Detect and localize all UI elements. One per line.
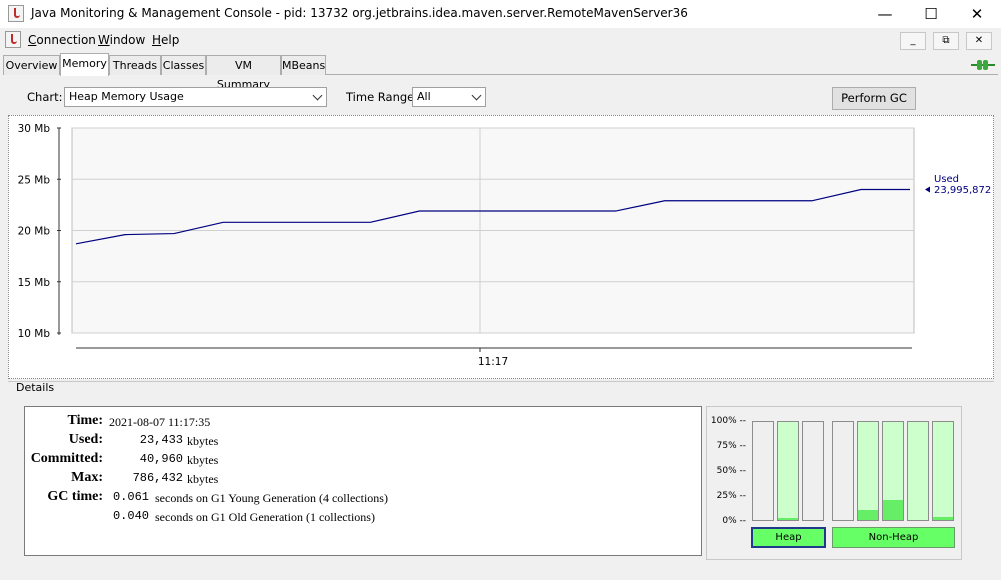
maximize-button[interactable]: ☐ <box>908 0 954 28</box>
frame-minimize-button[interactable]: _ <box>900 32 926 50</box>
nonheap-pool-bar[interactable] <box>832 421 854 521</box>
y-tick-label: 20 Mb <box>18 226 51 238</box>
nonheap-pool-bar[interactable] <box>882 421 904 521</box>
y-tick-label: 30 Mb <box>18 123 51 135</box>
legend-series-name: Used <box>934 174 959 185</box>
nonheap-pool-bar[interactable] <box>932 421 954 521</box>
details-title: Details <box>16 381 55 394</box>
menu-connection[interactable]: Connection <box>28 33 96 47</box>
heap-pool-bar[interactable] <box>777 421 799 521</box>
tab-memory[interactable]: Memory <box>60 53 109 76</box>
chart-select[interactable]: Heap Memory Usage <box>64 87 327 107</box>
nonheap-pool-button[interactable]: Non-Heap <box>832 527 955 548</box>
perform-gc-button[interactable]: Perform GC <box>832 87 916 110</box>
chart-select-value: Heap Memory Usage <box>69 90 184 103</box>
legend-marker <box>925 186 930 193</box>
tab-overview[interactable]: Overview <box>3 55 60 75</box>
y-tick-label: 10 Mb <box>18 328 51 340</box>
legend-series-value: 23,995,872 <box>934 185 991 196</box>
chart-label: Chart: <box>27 90 63 104</box>
menu-help[interactable]: Help <box>152 33 179 47</box>
window-title: Java Monitoring & Management Console - p… <box>31 6 688 20</box>
frame-restore-button[interactable]: ⧉ <box>933 32 959 50</box>
y-tick-label: 25 Mb <box>18 174 51 186</box>
chevron-down-icon <box>471 90 482 101</box>
nonheap-pool-bar[interactable] <box>907 421 929 521</box>
time-range-value: All <box>417 90 431 103</box>
heap-pool-bar[interactable] <box>802 421 824 521</box>
percent-tick-50: 50% -- <box>716 466 746 476</box>
time-range-select[interactable]: All <box>412 87 486 107</box>
nonheap-pool-bar[interactable] <box>857 421 879 521</box>
time-range-label: Time Range: <box>346 90 419 104</box>
percent-tick-25: 25% -- <box>716 491 746 501</box>
connection-plug-icon <box>971 60 995 70</box>
tab-threads[interactable]: Threads <box>109 55 161 75</box>
minimize-button[interactable]: — <box>862 0 908 28</box>
percent-tick-0: 0% -- <box>722 516 746 526</box>
x-tick-label: 11:17 <box>478 356 508 368</box>
heap-pool-bar[interactable] <box>752 421 774 521</box>
close-button[interactable]: ✕ <box>954 0 1000 28</box>
internal-frame-java-icon[interactable] <box>5 31 21 48</box>
percent-tick-100: 100% -- <box>710 416 746 426</box>
chevron-down-icon <box>312 90 323 101</box>
details-panel: Time: 2021-08-07 11:17:35 Used: 23,433 k… <box>24 406 702 556</box>
java-app-icon <box>8 5 24 22</box>
menu-window[interactable]: Window <box>98 33 145 47</box>
heap-pool-button[interactable]: Heap <box>751 527 826 548</box>
percent-tick-75: 75% -- <box>716 441 746 451</box>
y-tick-label: 15 Mb <box>18 277 51 289</box>
memory-chart: 30 Mb 25 Mb 20 Mb 15 Mb 10 Mb 11:17 Used 23,995… <box>8 115 994 379</box>
tab-mbeans[interactable]: MBeans <box>281 55 326 75</box>
frame-close-button[interactable]: ✕ <box>966 32 992 50</box>
tab-classes[interactable]: Classes <box>161 55 206 75</box>
memory-chart-plot: 30 Mb 25 Mb 20 Mb 15 Mb 10 Mb 11:17 Used23,995… <box>18 123 992 368</box>
tab-vm-summary[interactable]: VM Summary <box>206 55 281 91</box>
menu-bar <box>0 29 1001 52</box>
